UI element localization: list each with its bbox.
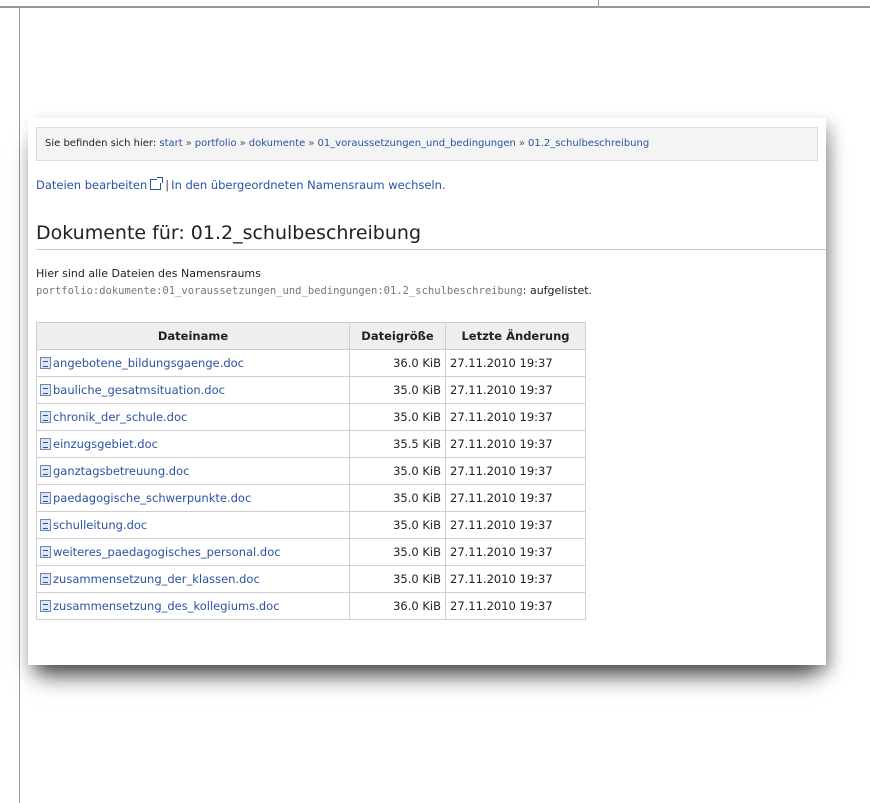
table-row: einzugsgebiet.doc 35.5 KiB 27.11.2010 19:3…	[36, 430, 586, 458]
table-row: angebotene_bildungsgaenge.doc 36.0 KiB 27.…	[36, 349, 586, 377]
file-modified-cell: 27.11.2010 19:37	[445, 592, 586, 620]
breadcrumb-item-schulbeschreibung[interactable]: 01.2_schulbeschreibung	[528, 138, 649, 149]
file-link[interactable]: bauliche_gesatmsituation.doc	[53, 383, 225, 397]
file-size-cell: 35.0 KiB	[349, 565, 446, 593]
breadcrumb-item-portfolio[interactable]: portfolio	[195, 138, 237, 149]
file-size-cell: 36.0 KiB	[349, 349, 446, 377]
file-name-cell: chronik_der_schule.doc	[36, 403, 350, 431]
file-name-cell: bauliche_gesatmsituation.doc	[36, 376, 350, 404]
file-name-cell: zusammensetzung_des_kollegiums.doc	[36, 592, 350, 620]
file-size-cell: 35.0 KiB	[349, 511, 446, 539]
breadcrumb-separator: »	[518, 138, 526, 149]
breadcrumb-item-start[interactable]: start	[159, 138, 182, 149]
namespace-actions: Dateien bearbeiten | In den übergeordneten…	[36, 177, 446, 192]
table-row: chronik_der_schule.doc 35.0 KiB 27.11.2010…	[36, 403, 586, 431]
files-table: Dateiname Dateigröße Letzte Änderung ang…	[36, 322, 586, 620]
outer-frame-left	[19, 8, 20, 803]
file-size-cell: 35.0 KiB	[349, 484, 446, 512]
doc-file-icon	[40, 546, 51, 558]
file-modified-cell: 27.11.2010 19:37	[445, 457, 586, 485]
table-row: weiteres_paedagogisches_personal.doc 35.0…	[36, 538, 586, 566]
file-link[interactable]: schulleitung.doc	[53, 518, 147, 532]
doc-file-icon	[40, 519, 51, 531]
file-link[interactable]: paedagogische_schwerpunkte.doc	[53, 491, 251, 505]
files-table-body: angebotene_bildungsgaenge.doc 36.0 KiB 27.…	[36, 349, 586, 620]
doc-file-icon	[40, 384, 51, 396]
file-link[interactable]: ganztagsbetreuung.doc	[53, 464, 189, 478]
namespace-line: portfolio:dokumente:01_voraussetzungen_u…	[36, 284, 592, 297]
file-modified-cell: 27.11.2010 19:37	[445, 538, 586, 566]
file-size-cell: 35.0 KiB	[349, 403, 446, 431]
edit-files-link[interactable]: Dateien bearbeiten	[36, 178, 147, 192]
file-size-cell: 35.5 KiB	[349, 430, 446, 458]
breadcrumb-separator: »	[308, 138, 315, 149]
namespace-suffix: : aufgelistet.	[522, 284, 593, 297]
namespace-path: portfolio:dokumente:01_voraussetzungen_u…	[36, 285, 523, 297]
file-size-cell: 35.0 KiB	[349, 376, 446, 404]
doc-file-icon	[40, 600, 51, 612]
external-link-icon	[150, 177, 164, 190]
doc-file-icon	[40, 411, 51, 423]
file-link[interactable]: zusammensetzung_der_klassen.doc	[53, 572, 260, 586]
file-link[interactable]: weiteres_paedagogisches_personal.doc	[53, 545, 281, 559]
file-name-cell: weiteres_paedagogisches_personal.doc	[36, 538, 350, 566]
file-modified-cell: 27.11.2010 19:37	[445, 565, 586, 593]
breadcrumb-prefix: Sie befinden sich hier:	[45, 138, 157, 149]
actions-separator: |	[165, 178, 170, 192]
table-row: schulleitung.doc 35.0 KiB 27.11.2010 19:37	[36, 511, 586, 539]
breadcrumb-item-voraussetzungen[interactable]: 01_voraussetzungen_und_bedingungen	[317, 138, 515, 149]
parent-namespace-link[interactable]: In den übergeordneten Namensraum wechsel…	[171, 178, 445, 192]
doc-file-icon	[40, 357, 51, 369]
file-modified-cell: 27.11.2010 19:37	[445, 430, 586, 458]
file-name-cell: zusammensetzung_der_klassen.doc	[36, 565, 350, 593]
breadcrumb: Sie befinden sich hier: start» portfolio»…	[36, 127, 818, 161]
embedded-screenshot: Sie befinden sich hier: start» portfolio»…	[28, 118, 826, 665]
file-modified-cell: 27.11.2010 19:37	[445, 349, 586, 377]
file-name-cell: einzugsgebiet.doc	[36, 430, 350, 458]
doc-file-icon	[40, 438, 51, 450]
file-size-cell: 36.0 KiB	[349, 592, 446, 620]
file-size-cell: 35.0 KiB	[349, 538, 446, 566]
table-header-row: Dateiname Dateigröße Letzte Änderung	[36, 322, 586, 350]
file-name-cell: paedagogische_schwerpunkte.doc	[36, 484, 350, 512]
page-title: Dokumente für: 01.2_schulbeschreibung	[36, 222, 826, 250]
file-link[interactable]: chronik_der_schule.doc	[53, 410, 187, 424]
intro-text: Hier sind alle Dateien des Namensraums	[36, 267, 261, 280]
file-link[interactable]: angebotene_bildungsgaenge.doc	[53, 356, 244, 370]
breadcrumb-separator: »	[185, 138, 192, 149]
doc-file-icon	[40, 492, 51, 504]
file-modified-cell: 27.11.2010 19:37	[445, 376, 586, 404]
doc-file-icon	[40, 573, 51, 585]
file-modified-cell: 27.11.2010 19:37	[445, 403, 586, 431]
table-row: bauliche_gesatmsituation.doc 35.0 KiB 27.1…	[36, 376, 586, 404]
file-modified-cell: 27.11.2010 19:37	[445, 484, 586, 512]
table-row: zusammensetzung_des_kollegiums.doc 36.0 K…	[36, 592, 586, 620]
outer-frame-divider	[598, 0, 599, 8]
table-row: zusammensetzung_der_klassen.doc 35.0 KiB 2…	[36, 565, 586, 593]
column-header-name[interactable]: Dateiname	[36, 322, 350, 350]
file-modified-cell: 27.11.2010 19:37	[445, 511, 586, 539]
file-name-cell: ganztagsbetreuung.doc	[36, 457, 350, 485]
doc-file-icon	[40, 465, 51, 477]
breadcrumb-item-dokumente[interactable]: dokumente	[249, 138, 306, 149]
file-name-cell: angebotene_bildungsgaenge.doc	[36, 349, 350, 377]
column-header-modified[interactable]: Letzte Änderung	[445, 322, 586, 350]
file-link[interactable]: einzugsgebiet.doc	[53, 437, 158, 451]
outer-frame-top	[0, 0, 870, 8]
file-link[interactable]: zusammensetzung_des_kollegiums.doc	[53, 599, 280, 613]
file-size-cell: 35.0 KiB	[349, 457, 446, 485]
file-name-cell: schulleitung.doc	[36, 511, 350, 539]
breadcrumb-separator: »	[239, 138, 246, 149]
table-row: ganztagsbetreuung.doc 35.0 KiB 27.11.2010 …	[36, 457, 586, 485]
column-header-size[interactable]: Dateigröße	[349, 322, 446, 350]
table-row: paedagogische_schwerpunkte.doc 35.0 KiB 27…	[36, 484, 586, 512]
